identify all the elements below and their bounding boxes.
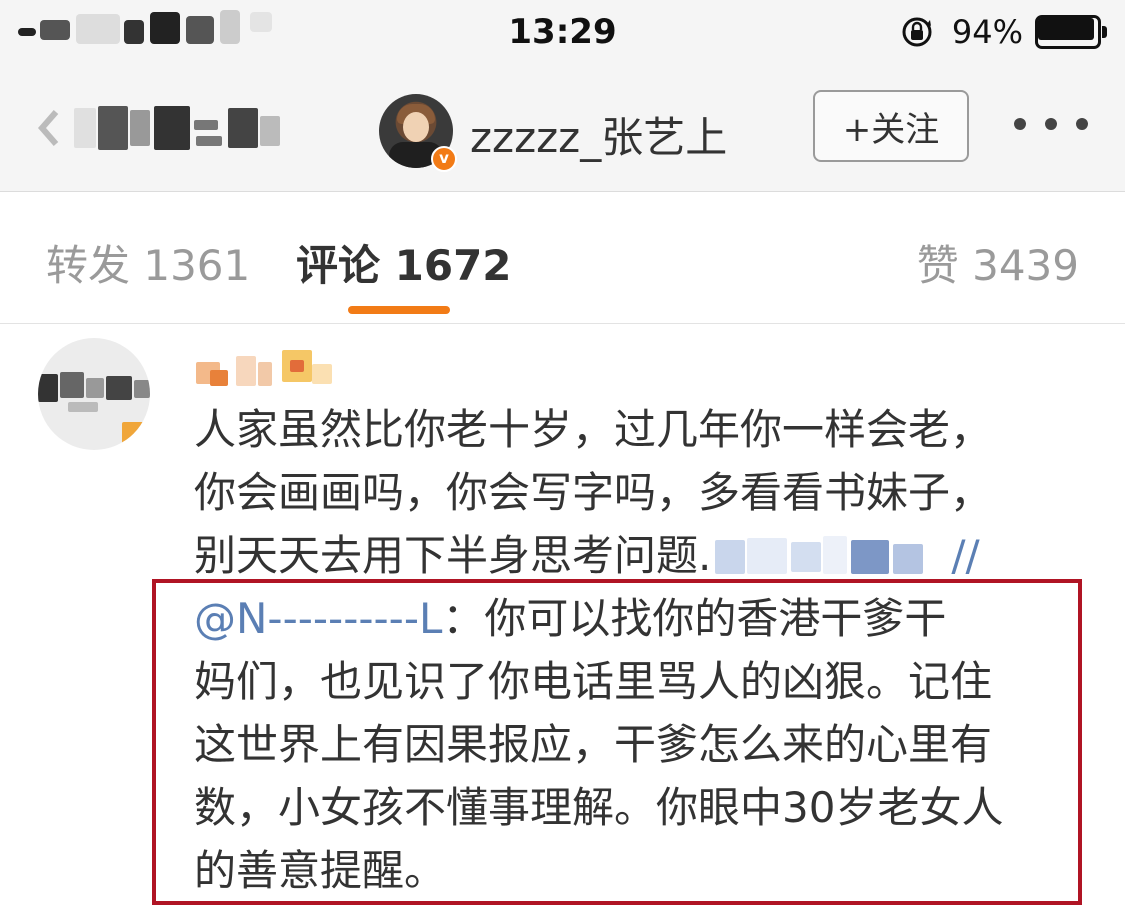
follow-button[interactable]: +关注 <box>813 90 969 162</box>
blurred-link[interactable] <box>711 536 937 576</box>
comment-line: 你会画画吗，你会写字吗，多看看书妹子， <box>194 468 993 517</box>
tab-comments[interactable]: 评论 1672 <box>296 232 512 293</box>
rotation-lock-icon <box>900 15 934 49</box>
comment-line: 别天天去用下半身思考问题. // <box>194 524 1074 587</box>
red-highlight-box <box>152 579 1082 905</box>
battery-percentage: 94% <box>951 13 1023 51</box>
tab-reposts[interactable]: 转发 1361 <box>46 232 250 293</box>
status-bar: 13:29 94% <box>0 0 1125 66</box>
commenter-name-blurred[interactable] <box>196 346 336 386</box>
more-dots-icon[interactable] <box>1014 118 1088 132</box>
comment-line: 人家虽然比你老十岁，过几年你一样会老， <box>194 405 993 454</box>
active-tab-indicator <box>348 306 450 314</box>
repost-separator: // <box>951 531 980 580</box>
comment-item: 人家虽然比你老十岁，过几年你一样会老， 你会画画吗，你会写字吗，多看看书妹子， … <box>0 324 1125 909</box>
profile-username[interactable]: zzzzz_张艺上 <box>470 104 727 165</box>
nav-bar: v zzzzz_张艺上 +关注 <box>0 66 1125 192</box>
battery-icon <box>1035 15 1107 49</box>
back-button[interactable] <box>36 102 286 156</box>
verified-badge-icon: v <box>431 146 457 172</box>
commenter-avatar-blurred[interactable] <box>38 338 150 450</box>
tab-likes[interactable]: 赞 3439 <box>917 232 1079 293</box>
comment-line-text: 别天天去用下半身思考问题. <box>194 531 712 580</box>
tab-bar: 转发 1361 评论 1672 赞 3439 <box>0 192 1125 324</box>
